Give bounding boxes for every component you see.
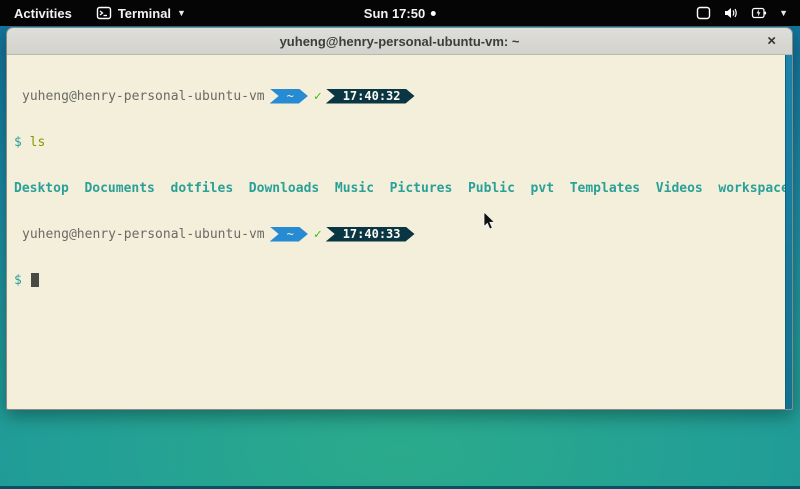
clock-menu[interactable]: Sun 17:50 bbox=[364, 0, 436, 26]
terminal-cursor bbox=[31, 273, 39, 287]
app-menu-terminal[interactable]: Terminal ▼ bbox=[86, 0, 196, 26]
clock-label: Sun 17:50 bbox=[364, 6, 425, 21]
window-title: yuheng@henry-personal-ubuntu-vm: ~ bbox=[280, 34, 520, 49]
prompt-time-segment: 17:40:32 bbox=[326, 89, 415, 104]
prompt-status-check-icon: ✓ bbox=[314, 227, 322, 242]
prompt-status-check-icon: ✓ bbox=[314, 89, 322, 104]
prompt-time-segment: 17:40:33 bbox=[326, 227, 415, 242]
prompt-symbol: $ bbox=[14, 273, 22, 288]
prompt-username: yuheng@henry-personal-ubuntu-vm bbox=[14, 227, 265, 242]
notification-dot-icon bbox=[431, 11, 436, 16]
chevron-down-icon: ▼ bbox=[177, 9, 186, 18]
close-icon[interactable]: × bbox=[763, 32, 780, 51]
activities-button[interactable]: Activities bbox=[0, 0, 86, 26]
desktop-screen: Activities Terminal ▼ Sun 17:50 bbox=[0, 0, 800, 489]
display-icon bbox=[696, 6, 711, 20]
ls-output-line: Desktop Documents dotfiles Downloads Mus… bbox=[14, 180, 778, 196]
prompt-username: yuheng@henry-personal-ubuntu-vm bbox=[14, 89, 265, 104]
prompt-path-segment: ~ bbox=[270, 89, 308, 104]
terminal-window: yuheng@henry-personal-ubuntu-vm: ~ × yuh… bbox=[6, 27, 793, 410]
input-line[interactable]: $ bbox=[14, 272, 778, 288]
battery-charging-icon bbox=[751, 6, 767, 20]
top-bar-left: Activities Terminal ▼ bbox=[0, 0, 196, 26]
terminal-app-icon bbox=[96, 5, 112, 21]
app-menu-label: Terminal bbox=[118, 6, 171, 21]
top-bar: Activities Terminal ▼ Sun 17:50 bbox=[0, 0, 800, 26]
scrollbar[interactable] bbox=[785, 55, 792, 410]
chevron-down-icon: ▼ bbox=[779, 8, 788, 18]
prompt-line-2: yuheng@henry-personal-ubuntu-vm ~ ✓ 17:4… bbox=[14, 226, 778, 242]
command-text: ls bbox=[30, 135, 46, 150]
prompt-symbol: $ bbox=[14, 135, 22, 150]
window-titlebar[interactable]: yuheng@henry-personal-ubuntu-vm: ~ × bbox=[7, 28, 792, 55]
command-line: $ ls bbox=[14, 134, 778, 150]
volume-icon bbox=[723, 6, 739, 20]
prompt-line-1: yuheng@henry-personal-ubuntu-vm ~ ✓ 17:4… bbox=[14, 88, 778, 104]
prompt-path-segment: ~ bbox=[270, 227, 308, 242]
mouse-cursor bbox=[483, 211, 497, 231]
system-tray[interactable]: ▼ bbox=[684, 0, 800, 26]
terminal-content[interactable]: yuheng@henry-personal-ubuntu-vm ~ ✓ 17:4… bbox=[7, 55, 792, 410]
